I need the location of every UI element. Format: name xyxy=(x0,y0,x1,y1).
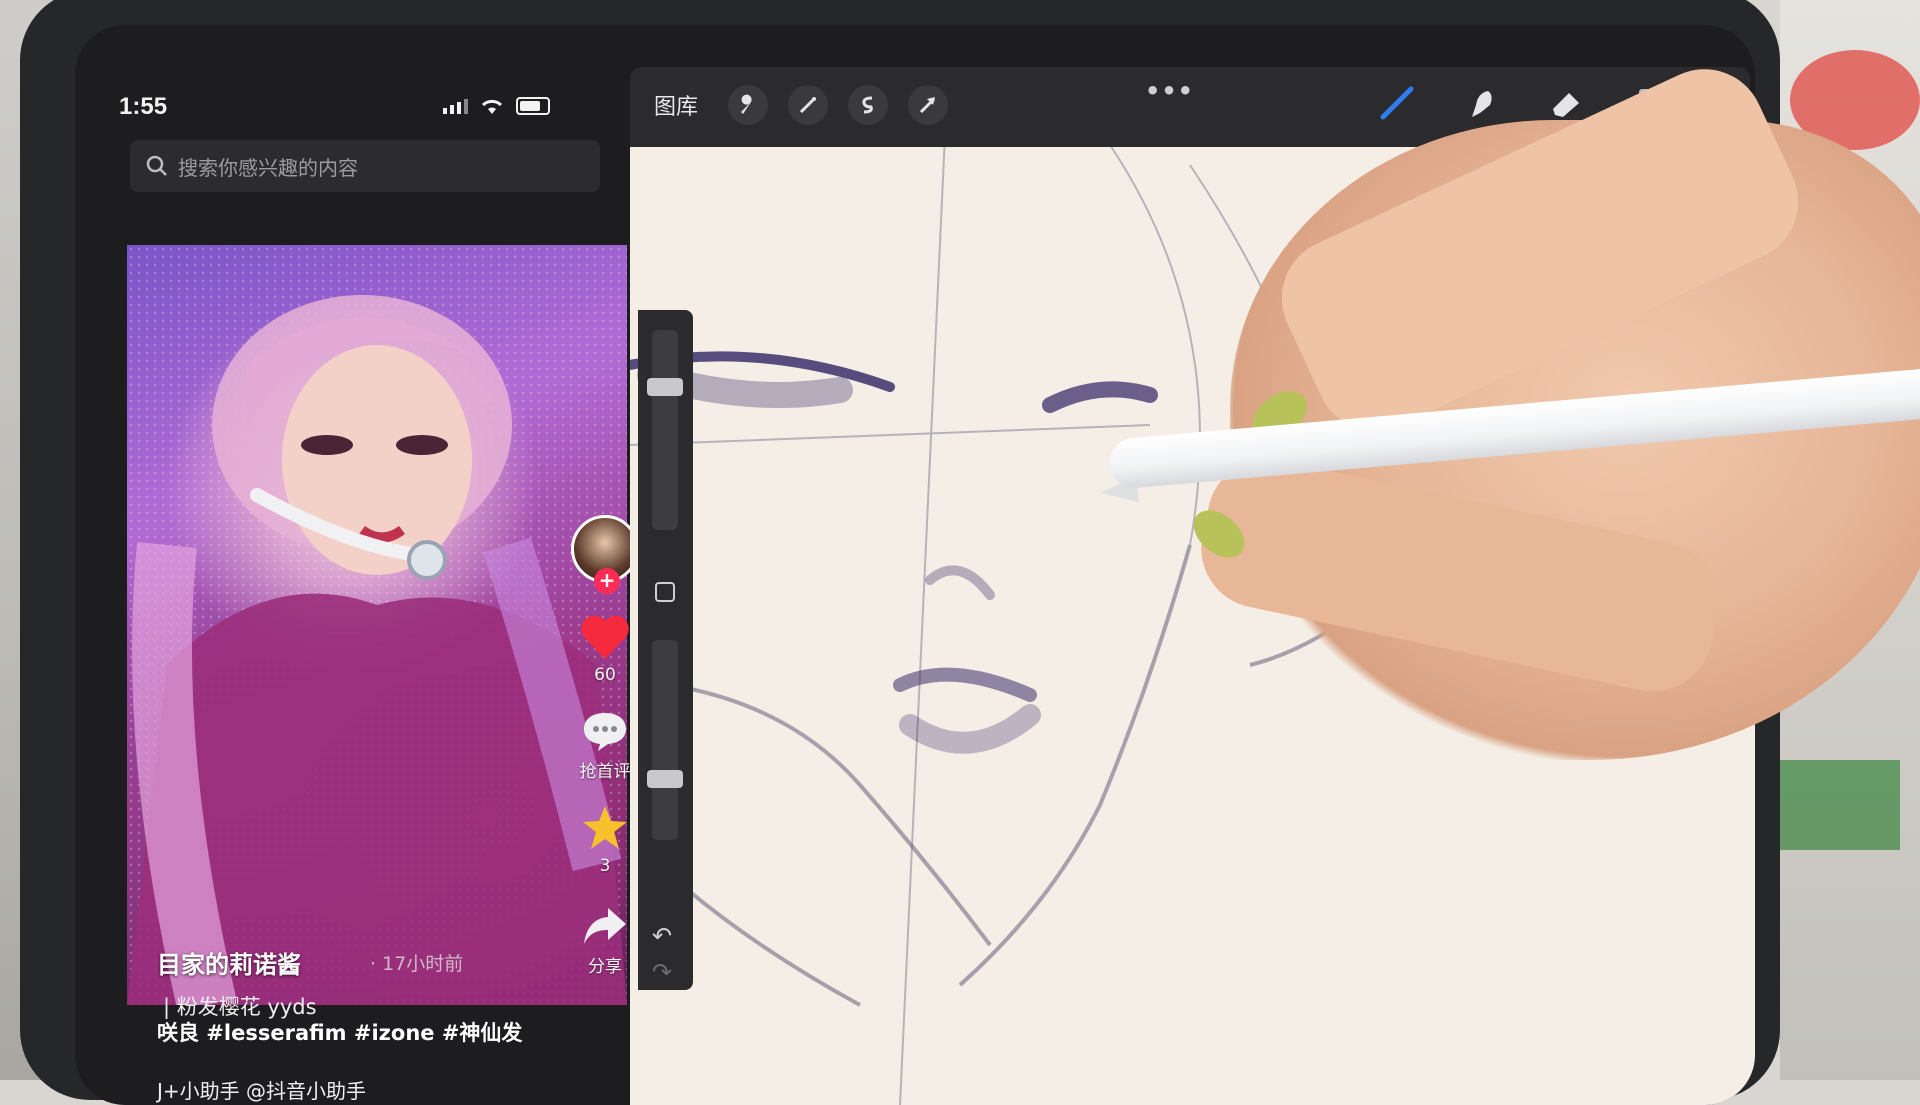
comment-bubble-icon[interactable] xyxy=(580,709,630,753)
search-icon xyxy=(146,155,167,176)
more-options-icon[interactable]: ••• xyxy=(1145,77,1194,105)
smudge-icon[interactable] xyxy=(1460,81,1504,125)
battery-icon xyxy=(516,97,550,115)
video-player[interactable] xyxy=(127,245,627,1005)
video-time: · 17小时前 xyxy=(370,953,464,975)
undo-icon[interactable]: ↶ xyxy=(652,922,672,950)
video-hashtags[interactable]: 咲良 #lesserafim #izone #神仙发 xyxy=(157,1017,522,1047)
brush-size-slider[interactable] xyxy=(652,330,678,530)
cellular-signal-icon xyxy=(443,98,468,114)
status-time: 1:55 xyxy=(119,93,168,120)
share-label: 分享 xyxy=(588,957,622,977)
favorite-count: 3 xyxy=(599,856,611,876)
status-icons xyxy=(443,97,550,115)
search-placeholder: 搜索你感兴趣的内容 xyxy=(178,155,358,180)
video-author[interactable]: 目家的莉诺酱 xyxy=(157,945,301,980)
brush-size-thumb[interactable] xyxy=(647,378,683,396)
like-count: 60 xyxy=(594,665,616,685)
selection-icon[interactable] xyxy=(848,85,888,125)
gallery-button[interactable]: 图库 xyxy=(654,89,698,121)
opacity-thumb[interactable] xyxy=(647,770,683,788)
eraser-icon[interactable] xyxy=(1545,81,1589,125)
creator-avatar[interactable]: + xyxy=(571,515,639,594)
like-heart-icon[interactable] xyxy=(579,613,631,661)
opacity-slider[interactable] xyxy=(652,640,678,840)
favorite-star-icon[interactable] xyxy=(580,804,630,852)
share-arrow-icon[interactable] xyxy=(580,904,630,948)
wifi-icon xyxy=(481,99,503,114)
redo-icon[interactable]: ↷ xyxy=(652,958,672,986)
green-object xyxy=(1780,760,1900,850)
mention-bar[interactable]: J+小助手 @抖音小助手 xyxy=(157,1075,366,1104)
magic-wand-icon[interactable] xyxy=(788,85,828,125)
follow-plus-icon[interactable]: + xyxy=(594,568,620,594)
brush-icon[interactable] xyxy=(1375,81,1419,125)
performer-image xyxy=(127,295,627,1005)
comment-label: 抢首评 xyxy=(579,762,631,782)
wrench-icon[interactable] xyxy=(728,85,768,125)
brush-sidebar: ↶ ↷ xyxy=(638,310,693,990)
transform-arrow-icon[interactable] xyxy=(908,85,948,125)
modify-square-button[interactable] xyxy=(655,582,675,602)
search-bar[interactable]: 搜索你感兴趣的内容 xyxy=(130,140,600,192)
